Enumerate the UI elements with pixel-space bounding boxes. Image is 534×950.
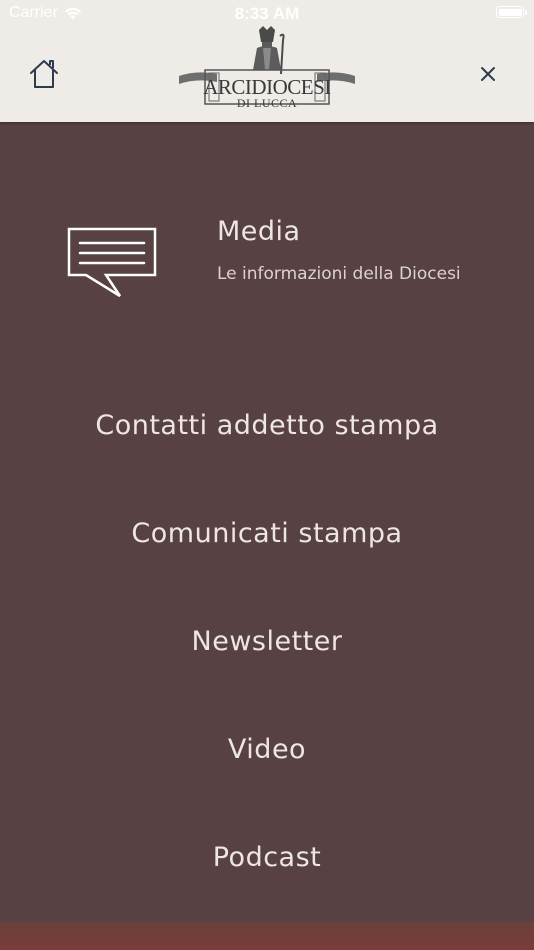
status-time: 8:33 AM: [234, 4, 300, 23]
section-title: Media: [217, 216, 301, 247]
menu-item-video[interactable]: Video: [0, 734, 534, 765]
logo-subtitle: DI LUCCA: [236, 96, 298, 110]
menu-item-contatti-addetto-stampa[interactable]: Contatti addetto stampa: [0, 410, 534, 441]
menu-item-podcast[interactable]: Podcast: [0, 842, 534, 873]
menu-item-newsletter[interactable]: Newsletter: [0, 626, 534, 657]
footer-strip: [0, 922, 534, 950]
battery-fill: [498, 8, 522, 16]
close-icon: [481, 67, 495, 81]
status-bar: Carrier 8:33 AM: [0, 0, 534, 28]
home-icon: [30, 60, 58, 88]
menu-screen: Carrier 8:33 AM ARCIDIOCESI DI LUCCA Med…: [0, 0, 534, 950]
logo-title: ARCIDIOCESI: [203, 75, 331, 99]
close-button[interactable]: [472, 58, 504, 90]
section-subtitle: Le informazioni della Diocesi: [217, 264, 461, 284]
speech-bubble-icon: [67, 227, 157, 298]
battery-icon: [496, 6, 527, 18]
menu-item-comunicati-stampa[interactable]: Comunicati stampa: [0, 518, 534, 549]
header: Carrier 8:33 AM ARCIDIOCESI DI LUCCA: [0, 0, 534, 122]
home-button[interactable]: [26, 56, 62, 92]
diocese-logo: ARCIDIOCESI DI LUCCA: [177, 26, 357, 112]
